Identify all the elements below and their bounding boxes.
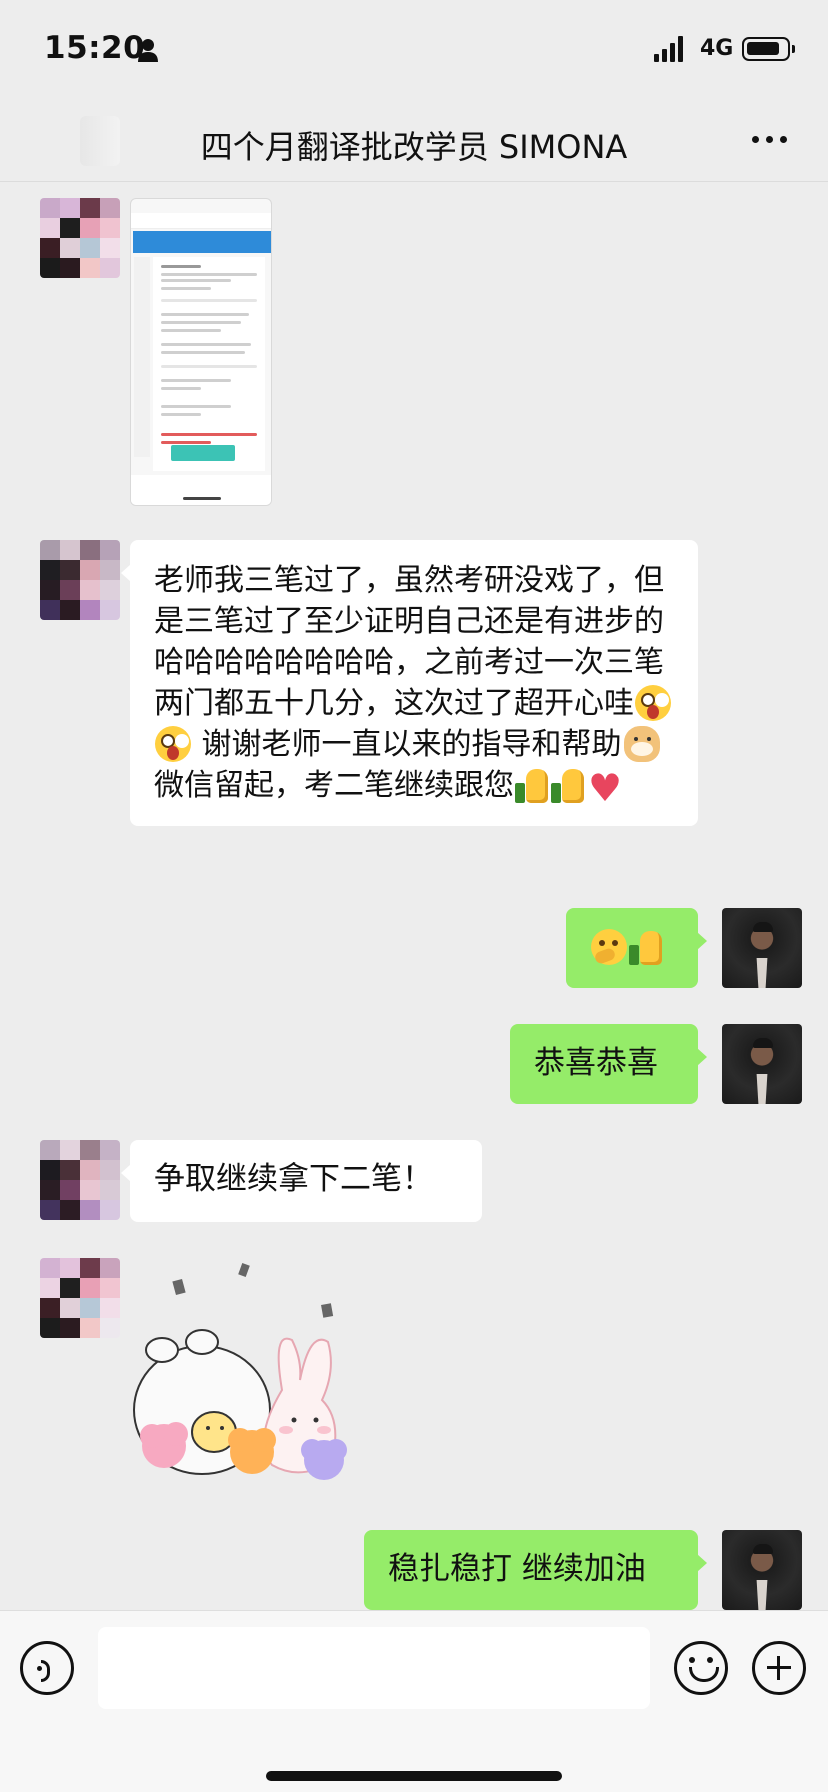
message-text: 稳扎稳打 继续加油 <box>388 1551 646 1587</box>
thumbs-up-emoji <box>629 929 663 965</box>
voice-icon[interactable] <box>20 1641 74 1695</box>
plus-icon[interactable] <box>752 1641 806 1695</box>
message-text: 谢谢老师一直以来的指导和帮助 <box>201 727 622 762</box>
message-text: 老师我三笔过了，虽然考研没戏了，但是三笔过了至少证明自己还是有进步的哈哈哈哈哈哈… <box>154 563 664 721</box>
cheering-bunny-sticker[interactable] <box>132 1260 362 1490</box>
home-indicator[interactable] <box>266 1771 562 1781</box>
thinking-face-emoji <box>591 929 627 965</box>
message-bubble[interactable]: 争取继续拿下二笔！ <box>121 1140 482 1222</box>
chat-header: 四个月翻译批改学员 SIMONA <box>0 100 828 182</box>
message-bubble[interactable]: 老师我三笔过了，虽然考研没戏了，但是三笔过了至少证明自己还是有进步的哈哈哈哈哈哈… <box>121 540 698 826</box>
red-heart-emoji: ♥ <box>588 766 623 810</box>
contact-avatar[interactable] <box>40 1258 120 1338</box>
battery-icon <box>742 37 795 61</box>
thumbs-up-emoji <box>551 767 585 803</box>
contact-avatar[interactable] <box>40 198 120 278</box>
network-type: 4G <box>700 36 734 61</box>
emoji-icon[interactable] <box>674 1641 728 1695</box>
signal-icon <box>654 36 683 62</box>
status-time: 15:20 <box>44 30 146 66</box>
more-dots-icon[interactable] <box>752 136 787 143</box>
message-bubble[interactable]: 恭喜恭喜 <box>510 1024 707 1104</box>
input-bar <box>0 1610 828 1792</box>
message-bubble[interactable] <box>566 908 707 988</box>
contact-avatar[interactable] <box>40 1140 120 1220</box>
doge-emoji <box>623 726 660 762</box>
message-text: 争取继续拿下二笔！ <box>154 1161 433 1197</box>
message-bubble[interactable]: 稳扎稳打 继续加油 <box>364 1530 707 1610</box>
user-avatar[interactable] <box>722 1024 802 1104</box>
shocked-face-emoji <box>635 685 671 721</box>
person-icon <box>138 39 158 62</box>
thumbs-up-emoji <box>515 767 549 803</box>
message-text: 微信留起，考二笔继续跟您 <box>154 768 514 803</box>
screenshot-thumbnail[interactable] <box>130 198 272 506</box>
status-bar: 15:20 4G <box>0 0 828 100</box>
chat-title: 四个月翻译批改学员 SIMONA <box>200 128 628 166</box>
user-avatar[interactable] <box>722 908 802 988</box>
contact-avatar[interactable] <box>40 540 120 620</box>
user-avatar[interactable] <box>722 1530 802 1610</box>
message-text: 恭喜恭喜 <box>534 1045 658 1081</box>
shocked-face-emoji <box>155 726 191 762</box>
message-input[interactable] <box>98 1627 650 1709</box>
